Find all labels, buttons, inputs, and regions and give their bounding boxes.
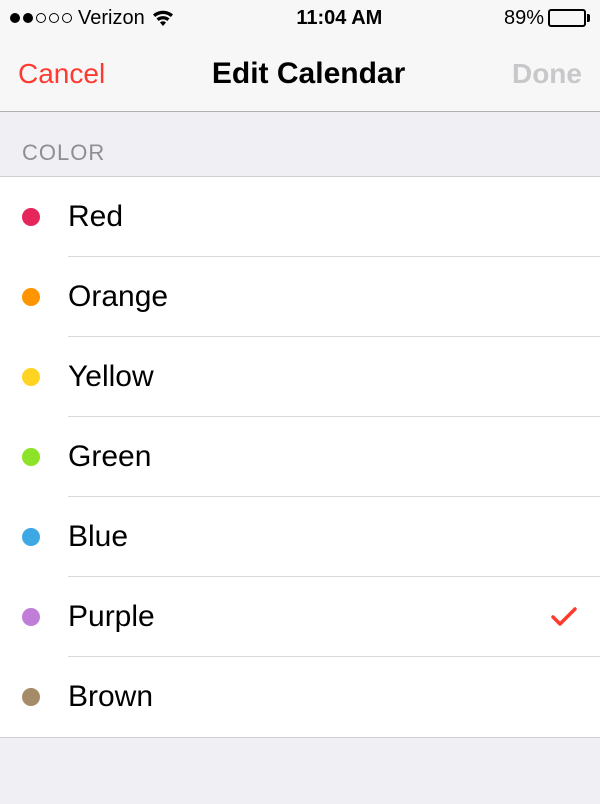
color-label: Blue [68, 520, 128, 554]
nav-bar: Cancel Edit Calendar Done [0, 36, 600, 112]
color-swatch-icon [22, 608, 40, 626]
color-label: Yellow [68, 360, 154, 394]
color-row-brown[interactable]: Brown [0, 657, 600, 737]
wifi-icon [151, 9, 175, 27]
color-swatch-icon [22, 368, 40, 386]
color-row-blue[interactable]: Blue [0, 497, 600, 577]
color-list: Red Orange Yellow Green Blue Purple Brown [0, 176, 600, 738]
color-label: Orange [68, 280, 168, 314]
color-row-orange[interactable]: Orange [0, 257, 600, 337]
status-bar-right: 89% [504, 7, 590, 30]
color-swatch-icon [22, 288, 40, 306]
color-label: Purple [68, 600, 155, 634]
color-label: Green [68, 440, 151, 474]
status-bar: Verizon 11:04 AM 89% [0, 0, 600, 36]
color-row-red[interactable]: Red [0, 177, 600, 257]
color-swatch-icon [22, 208, 40, 226]
battery-percent: 89% [504, 7, 544, 30]
status-bar-time: 11:04 AM [296, 7, 382, 30]
section-header: COLOR [0, 112, 600, 176]
cancel-button[interactable]: Cancel [18, 58, 105, 90]
color-row-green[interactable]: Green [0, 417, 600, 497]
color-swatch-icon [22, 528, 40, 546]
color-label: Brown [68, 680, 153, 714]
carrier-label: Verizon [78, 7, 145, 30]
color-row-yellow[interactable]: Yellow [0, 337, 600, 417]
status-bar-left: Verizon [10, 7, 175, 30]
color-row-purple[interactable]: Purple [0, 577, 600, 657]
battery-icon [548, 9, 590, 27]
color-label: Red [68, 200, 123, 234]
checkmark-icon [550, 605, 578, 629]
page-title: Edit Calendar [212, 57, 405, 91]
signal-strength-icon [10, 13, 72, 23]
done-button[interactable]: Done [512, 58, 582, 90]
color-swatch-icon [22, 448, 40, 466]
color-swatch-icon [22, 688, 40, 706]
